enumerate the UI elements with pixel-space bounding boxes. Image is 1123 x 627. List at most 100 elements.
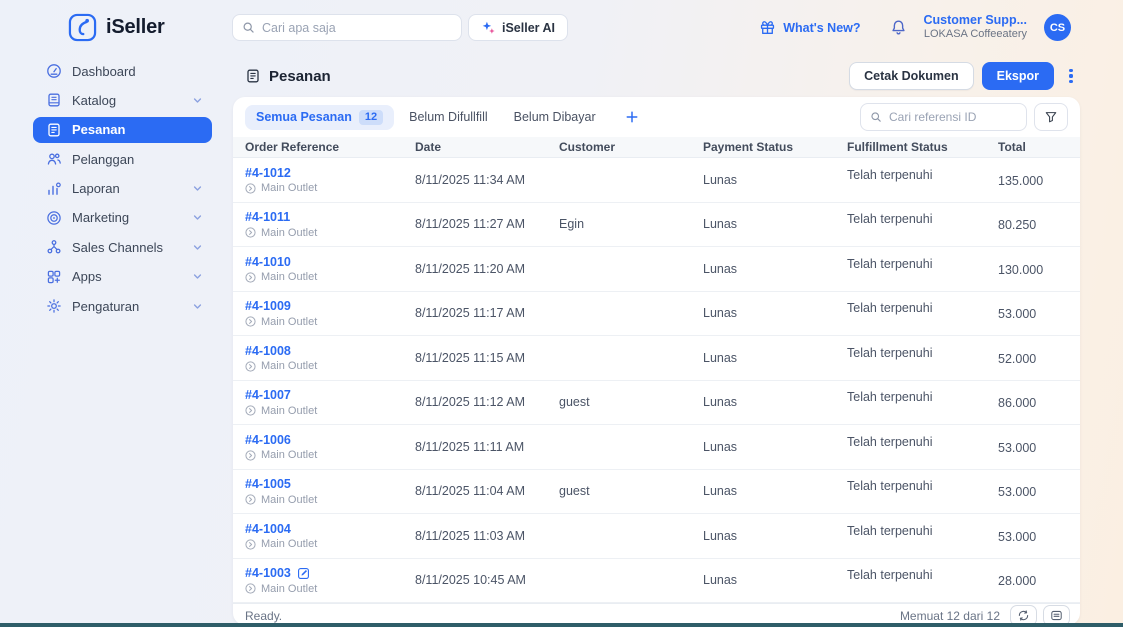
sidebar-item-apps[interactable]: Apps — [33, 264, 212, 290]
table-row[interactable]: #4-1008 Main Outlet 8/11/2025 11:15 AM Luna… — [233, 336, 1080, 381]
tab-belum-difullfill[interactable]: Belum Difullfill — [398, 105, 499, 129]
order-reference-link[interactable]: #4-1011 — [245, 210, 290, 224]
outlet-name: Main Outlet — [261, 538, 318, 550]
outlet-name: Main Outlet — [261, 360, 318, 372]
payment-status-cell: Lunas — [703, 306, 738, 321]
date-cell: 8/11/2025 10:45 AM — [415, 573, 526, 588]
reference-search-input[interactable] — [889, 110, 1017, 124]
tab-belum-dibayar[interactable]: Belum Dibayar — [503, 105, 607, 129]
print-documents-button[interactable]: Cetak Dokumen — [849, 62, 974, 90]
iseller-ai-button[interactable]: iSeller AI — [468, 14, 569, 41]
add-view-button[interactable] — [619, 104, 645, 130]
load-count: Memuat 12 dari 12 — [899, 608, 1000, 623]
order-reference-link[interactable]: #4-1005 — [245, 477, 291, 491]
order-reference-cell: #4-1007 Main Outlet — [245, 388, 415, 417]
date-cell: 8/11/2025 11:15 AM — [415, 350, 526, 365]
sparkle-icon — [481, 20, 496, 35]
edit-icon[interactable] — [297, 567, 310, 580]
search-icon — [870, 111, 882, 123]
outlet-icon — [245, 316, 256, 327]
sidebar-item-pesanan[interactable]: Pesanan — [33, 116, 212, 143]
payment-status-cell: Lunas — [703, 261, 738, 276]
outlet-name: Main Outlet — [261, 315, 318, 328]
sidebar-item-katalog[interactable]: Katalog — [33, 87, 212, 113]
iseller-logo-icon — [68, 13, 97, 42]
table-row[interactable]: #4-1005 Main Outlet 8/11/2025 11:04 AM gues… — [233, 470, 1080, 514]
account-menu[interactable]: Customer Supp... LOKASA Coffeeatery — [924, 13, 1027, 42]
column-header-order-reference[interactable]: Order Reference — [245, 140, 415, 154]
tab-semua-pesanan[interactable]: Semua Pesanan 12 — [245, 104, 395, 130]
whats-new-label: What's New? — [783, 20, 861, 35]
column-header-payment-status[interactable]: Payment Status — [703, 140, 847, 154]
outlet-icon — [245, 449, 256, 461]
order-reference-cell: #4-1012 Main Outlet — [245, 166, 415, 195]
order-reference-link[interactable]: #4-1004 — [245, 522, 291, 536]
column-header-date[interactable]: Date — [415, 140, 559, 154]
sidebar-item-label: Laporan — [72, 181, 120, 197]
date-cell: 8/11/2025 11:27 AM — [415, 217, 526, 232]
page-title: Pesanan — [269, 67, 331, 85]
order-reference-link[interactable]: #4-1003 — [245, 566, 291, 580]
sidebar-item-pengaturan[interactable]: Pengaturan — [33, 293, 212, 319]
order-reference-link[interactable]: #4-1008 — [245, 344, 291, 358]
fulfillment-status-cell: Telah terpenuhi — [847, 167, 933, 182]
table-row[interactable]: #4-1010 Main Outlet 8/11/2025 11:20 AM Luna… — [233, 247, 1080, 292]
order-reference-link[interactable]: #4-1007 — [245, 388, 291, 402]
outlet-icon — [245, 405, 256, 416]
table-row[interactable]: #4-1007 Main Outlet 8/11/2025 11:12 AM gues… — [233, 381, 1080, 425]
table-row[interactable]: #4-1012 Main Outlet 8/11/2025 11:34 AM Luna… — [233, 158, 1080, 203]
tab-label: Belum Dibayar — [513, 110, 596, 124]
order-reference-link[interactable]: #4-1006 — [245, 433, 291, 447]
export-button[interactable]: Ekspor — [981, 62, 1054, 90]
filter-button[interactable] — [1034, 103, 1068, 131]
pelanggan-icon — [46, 151, 62, 167]
table-row[interactable]: #4-1011 Main Outlet 8/11/2025 11:27 AM Egin… — [233, 203, 1080, 247]
order-reference-line: #4-1007 — [245, 388, 415, 402]
orders-card: Semua Pesanan 12 Belum Difullfill Belum Dib… — [233, 97, 1080, 625]
outlet-icon — [245, 538, 256, 550]
fulfillment-status-cell: Telah terpenuhi — [847, 479, 933, 494]
column-header-customer[interactable]: Customer — [559, 140, 703, 154]
sidebar-item-dashboard[interactable]: Dashboard — [33, 58, 212, 84]
date-cell: 8/11/2025 11:17 AM — [415, 306, 526, 321]
table-row[interactable]: #4-1006 Main Outlet 8/11/2025 11:11 AM Luna… — [233, 425, 1080, 470]
refresh-button[interactable] — [1010, 605, 1037, 625]
order-reference-link[interactable]: #4-1009 — [245, 299, 291, 313]
log-panel-button[interactable] — [1043, 605, 1070, 625]
order-reference-cell: #4-1011 Main Outlet — [245, 210, 415, 239]
fulfillment-status-cell: Telah terpenuhi — [847, 434, 933, 449]
order-reference-link[interactable]: #4-1010 — [245, 255, 291, 269]
column-header-total[interactable]: Total — [998, 140, 1068, 154]
chevron-down-icon — [192, 301, 203, 312]
column-header-fulfillment-status[interactable]: Fulfillment Status — [847, 140, 998, 154]
global-search-input[interactable] — [262, 20, 452, 35]
tab-count-badge: 12 — [358, 109, 384, 125]
whats-new-button[interactable]: What's New? — [759, 19, 861, 36]
outlet-name: Main Outlet — [261, 493, 318, 506]
total-cell: 135.000 — [998, 173, 1044, 188]
total-cell: 53.000 — [998, 440, 1037, 455]
payment-status-cell: Lunas — [703, 573, 738, 588]
avatar[interactable]: CS — [1044, 14, 1071, 41]
bell-icon[interactable] — [890, 19, 907, 36]
order-reference-line: #4-1005 — [245, 477, 415, 491]
account-name: Customer Supp... — [923, 12, 1027, 27]
order-reference-link[interactable]: #4-1012 — [245, 166, 291, 180]
view-tabs: Semua Pesanan 12 Belum Difullfill Belum Dib… — [245, 104, 645, 130]
total-cell: 130.000 — [998, 262, 1044, 277]
kebab-menu-icon[interactable] — [1062, 64, 1080, 88]
sidebar-item-laporan[interactable]: Laporan — [33, 176, 212, 202]
brand[interactable]: iSeller — [68, 13, 165, 42]
table-row[interactable]: #4-1004 Main Outlet 8/11/2025 11:03 AM Luna… — [233, 514, 1080, 559]
sidebar-item-marketing[interactable]: Marketing — [33, 205, 212, 231]
outlet-row: Main Outlet — [245, 316, 415, 328]
sidebar-item-sales-channels[interactable]: Sales Channels — [33, 234, 212, 260]
total-cell: 28.000 — [998, 574, 1037, 589]
table-header: Order Reference Date Customer Payment Statu… — [233, 137, 1080, 158]
table-row[interactable]: #4-1009 Main Outlet 8/11/2025 11:17 AM Luna… — [233, 292, 1080, 336]
main-content: Pesanan Cetak Dokumen Ekspor Semua Pesan… — [233, 55, 1080, 627]
outlet-row: Main Outlet — [245, 227, 415, 239]
sidebar-item-pelanggan[interactable]: Pelanggan — [33, 146, 212, 172]
table-row[interactable]: #4-1003 Main Outlet 8/11/2025 10:45 AM Luna… — [233, 559, 1080, 603]
order-reference-line: #4-1003 — [245, 566, 415, 580]
